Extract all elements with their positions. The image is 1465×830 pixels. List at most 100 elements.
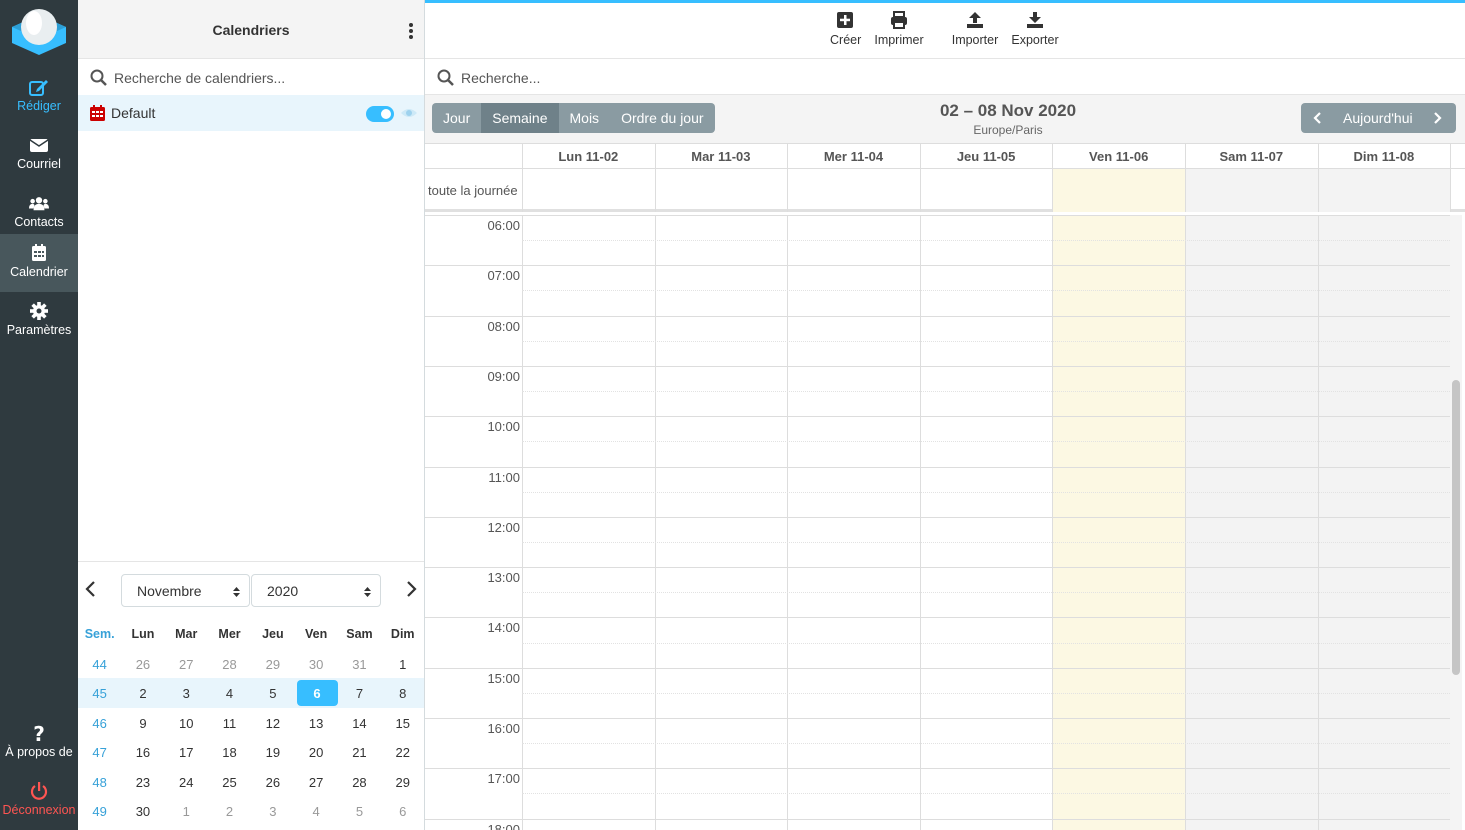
month-select[interactable]: Novembre: [121, 574, 250, 607]
mini-day[interactable]: 28: [338, 775, 381, 790]
week-number[interactable]: 45: [78, 686, 121, 701]
nav-label: Calendrier: [10, 265, 68, 279]
mini-day[interactable]: 18: [208, 745, 251, 760]
chevron-right-icon[interactable]: [1432, 111, 1442, 125]
mini-day[interactable]: 3: [165, 686, 208, 701]
mini-day[interactable]: 28: [208, 657, 251, 672]
week-number[interactable]: 44: [78, 657, 121, 672]
scrollbar[interactable]: [1450, 215, 1462, 830]
mini-day-today[interactable]: 6: [296, 680, 338, 706]
nav-calendar[interactable]: Calendrier: [0, 234, 78, 292]
import-button[interactable]: Importer: [949, 11, 1001, 47]
mini-day[interactable]: 12: [251, 716, 294, 731]
week-number[interactable]: 49: [78, 804, 121, 819]
hour-line: [425, 617, 1450, 619]
more-options-icon[interactable]: [406, 22, 416, 40]
day-header[interactable]: Mer 11-04: [787, 149, 920, 164]
chevron-right-icon[interactable]: [404, 580, 418, 598]
mini-day[interactable]: 24: [165, 775, 208, 790]
mini-day[interactable]: 13: [295, 716, 338, 731]
mini-day[interactable]: 4: [295, 804, 338, 819]
event-search-input[interactable]: [461, 68, 1361, 88]
calendar-search-input[interactable]: [114, 68, 414, 88]
day-header[interactable]: Ven 11-06: [1052, 149, 1185, 164]
day-header[interactable]: Sam 11-07: [1185, 149, 1318, 164]
mini-day[interactable]: 8: [381, 686, 424, 701]
mini-day[interactable]: 31: [338, 657, 381, 672]
mini-day[interactable]: 9: [121, 716, 164, 731]
grid-line: [1317, 215, 1319, 830]
mini-day[interactable]: 3: [251, 804, 294, 819]
nav-about[interactable]: ? À propos de: [0, 714, 78, 772]
mini-day[interactable]: 26: [121, 657, 164, 672]
print-button[interactable]: Imprimer: [873, 11, 925, 47]
mini-day[interactable]: 25: [208, 775, 251, 790]
day-header[interactable]: Jeu 11-05: [920, 149, 1053, 164]
mini-day[interactable]: 27: [295, 775, 338, 790]
mini-day[interactable]: 17: [165, 745, 208, 760]
day-header[interactable]: Dim 11-08: [1318, 149, 1451, 164]
future-column: [1186, 215, 1318, 830]
eye-icon[interactable]: [400, 106, 418, 120]
day-header[interactable]: Lun 11-02: [522, 149, 655, 164]
mini-day[interactable]: 5: [251, 686, 294, 701]
mini-day[interactable]: 29: [381, 775, 424, 790]
weekday-header: Lun: [131, 627, 155, 641]
view-week-button[interactable]: Semaine: [481, 103, 559, 133]
mini-day[interactable]: 21: [338, 745, 381, 760]
nav-logout[interactable]: Déconnexion: [0, 772, 78, 830]
mini-day[interactable]: 15: [381, 716, 424, 731]
mini-day[interactable]: 2: [121, 686, 164, 701]
chevron-left-icon[interactable]: [84, 580, 98, 598]
mini-day[interactable]: 1: [381, 657, 424, 672]
mini-day[interactable]: 5: [338, 804, 381, 819]
mini-day[interactable]: 27: [165, 657, 208, 672]
calendar-list-item[interactable]: Default: [78, 95, 424, 131]
calendar-icon: [32, 244, 46, 261]
export-button[interactable]: Exporter: [1010, 11, 1060, 47]
week-number[interactable]: 47: [78, 745, 121, 760]
time-label: 08:00: [487, 318, 520, 334]
create-button[interactable]: Créer: [830, 11, 861, 47]
mini-day[interactable]: 2: [208, 804, 251, 819]
view-month-button[interactable]: Mois: [558, 103, 611, 133]
week-number[interactable]: 48: [78, 775, 121, 790]
view-day-button[interactable]: Jour: [432, 103, 482, 133]
calendar-header: Jour Semaine Mois Ordre du jour 02 – 08 …: [425, 95, 1465, 143]
mini-day[interactable]: 1: [165, 804, 208, 819]
grid-line: [654, 215, 656, 830]
mini-day[interactable]: 26: [251, 775, 294, 790]
mini-day[interactable]: 29: [251, 657, 294, 672]
mini-day[interactable]: 7: [338, 686, 381, 701]
day-header[interactable]: Mar 11-03: [655, 149, 788, 164]
grid-line: [1052, 144, 1054, 170]
mini-day[interactable]: 19: [251, 745, 294, 760]
mini-day[interactable]: 6: [381, 804, 424, 819]
mini-day[interactable]: 16: [121, 745, 164, 760]
year-select[interactable]: 2020: [251, 574, 381, 607]
mini-day[interactable]: 20: [295, 745, 338, 760]
calendar-toggle[interactable]: [366, 106, 394, 122]
hour-line: [425, 416, 1450, 418]
week-number-header: Sem.: [84, 627, 115, 641]
scrollbar-thumb[interactable]: [1452, 380, 1460, 675]
mini-day[interactable]: 23: [121, 775, 164, 790]
mini-calendar: Novembre 2020 Sem. Lun Mar Mer Jeu Ven Sam Dim 4…: [78, 561, 424, 830]
half-hour-line: [522, 642, 1450, 644]
mini-day[interactable]: 10: [165, 716, 208, 731]
mini-day[interactable]: 4: [208, 686, 251, 701]
mini-day[interactable]: 11: [208, 716, 251, 731]
view-agenda-button[interactable]: Ordre du jour: [610, 103, 715, 133]
mini-day[interactable]: 30: [295, 657, 338, 672]
nav-mail[interactable]: Courriel: [0, 126, 78, 184]
today-button[interactable]: Aujourd'hui: [1343, 110, 1413, 126]
nav-settings[interactable]: Paramètres: [0, 300, 78, 358]
mini-day[interactable]: 22: [381, 745, 424, 760]
mini-day[interactable]: 30: [121, 804, 164, 819]
nav-compose[interactable]: Rédiger: [0, 68, 78, 126]
week-number[interactable]: 46: [78, 716, 121, 731]
hour-line: [425, 265, 1450, 267]
gear-icon: [30, 302, 48, 320]
mini-day[interactable]: 14: [338, 716, 381, 731]
chevron-left-icon[interactable]: [1313, 111, 1323, 125]
